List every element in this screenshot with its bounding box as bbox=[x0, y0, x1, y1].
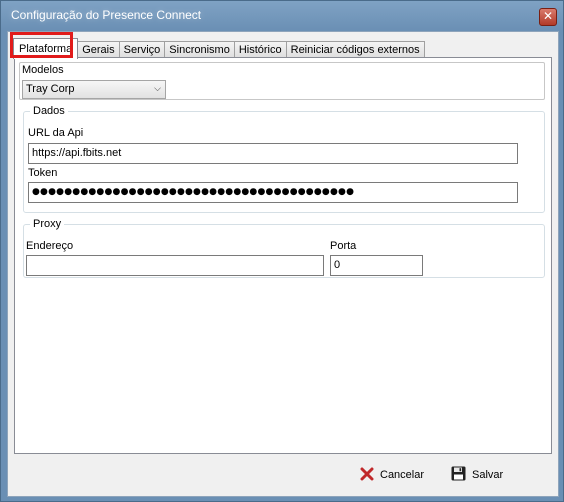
x-icon bbox=[360, 467, 374, 484]
cancel-label: Cancelar bbox=[380, 469, 425, 481]
url-api-input[interactable]: https://api.fbits.net bbox=[28, 143, 518, 164]
endereco-label: Endereço bbox=[26, 240, 74, 252]
proxy-legend: Proxy bbox=[33, 218, 62, 230]
modelos-selected-value: Tray Corp bbox=[26, 83, 75, 95]
modelos-select[interactable]: Tray Corp ⌵ bbox=[22, 80, 166, 99]
save-button[interactable]: Salvar bbox=[451, 464, 503, 486]
dados-legend: Dados bbox=[33, 105, 65, 117]
tab-plataforma[interactable]: Plataforma bbox=[13, 38, 79, 59]
endereco-input[interactable] bbox=[26, 255, 324, 276]
token-input[interactable]: ●●●●●●●●●●●●●●●●●●●●●●●●●●●●●●●●●●●●●●●● bbox=[28, 182, 518, 203]
dados-group: Dados URL da Api https://api.fbits.net T… bbox=[23, 105, 545, 213]
proxy-group: Proxy Endereço Porta 0 bbox=[23, 218, 545, 278]
window-title: Configuração do Presence Connect bbox=[11, 8, 202, 22]
cancel-button[interactable]: Cancelar bbox=[360, 464, 424, 486]
token-label: Token bbox=[28, 167, 58, 179]
modelos-label: Modelos bbox=[22, 64, 64, 76]
modelos-group: Modelos Tray Corp ⌵ bbox=[19, 62, 545, 100]
save-label: Salvar bbox=[472, 469, 504, 481]
porta-input[interactable]: 0 bbox=[330, 255, 423, 276]
config-window: Configuração do Presence Connect ✕ Plata… bbox=[0, 0, 564, 502]
tab-strip: Plataforma Gerais Serviço Sincronismo Hi… bbox=[13, 38, 425, 59]
close-button[interactable]: ✕ bbox=[539, 8, 557, 26]
floppy-disk-icon bbox=[451, 466, 466, 484]
porta-label: Porta bbox=[330, 240, 357, 252]
url-api-label: URL da Api bbox=[28, 127, 84, 139]
title-bar[interactable]: Configuração do Presence Connect ✕ bbox=[1, 1, 563, 31]
client-area: Plataforma Gerais Serviço Sincronismo Hi… bbox=[7, 31, 559, 497]
tab-panel-plataforma: Modelos Tray Corp ⌵ Dados URL da Api htt… bbox=[14, 57, 552, 454]
chevron-down-icon: ⌵ bbox=[154, 84, 161, 94]
